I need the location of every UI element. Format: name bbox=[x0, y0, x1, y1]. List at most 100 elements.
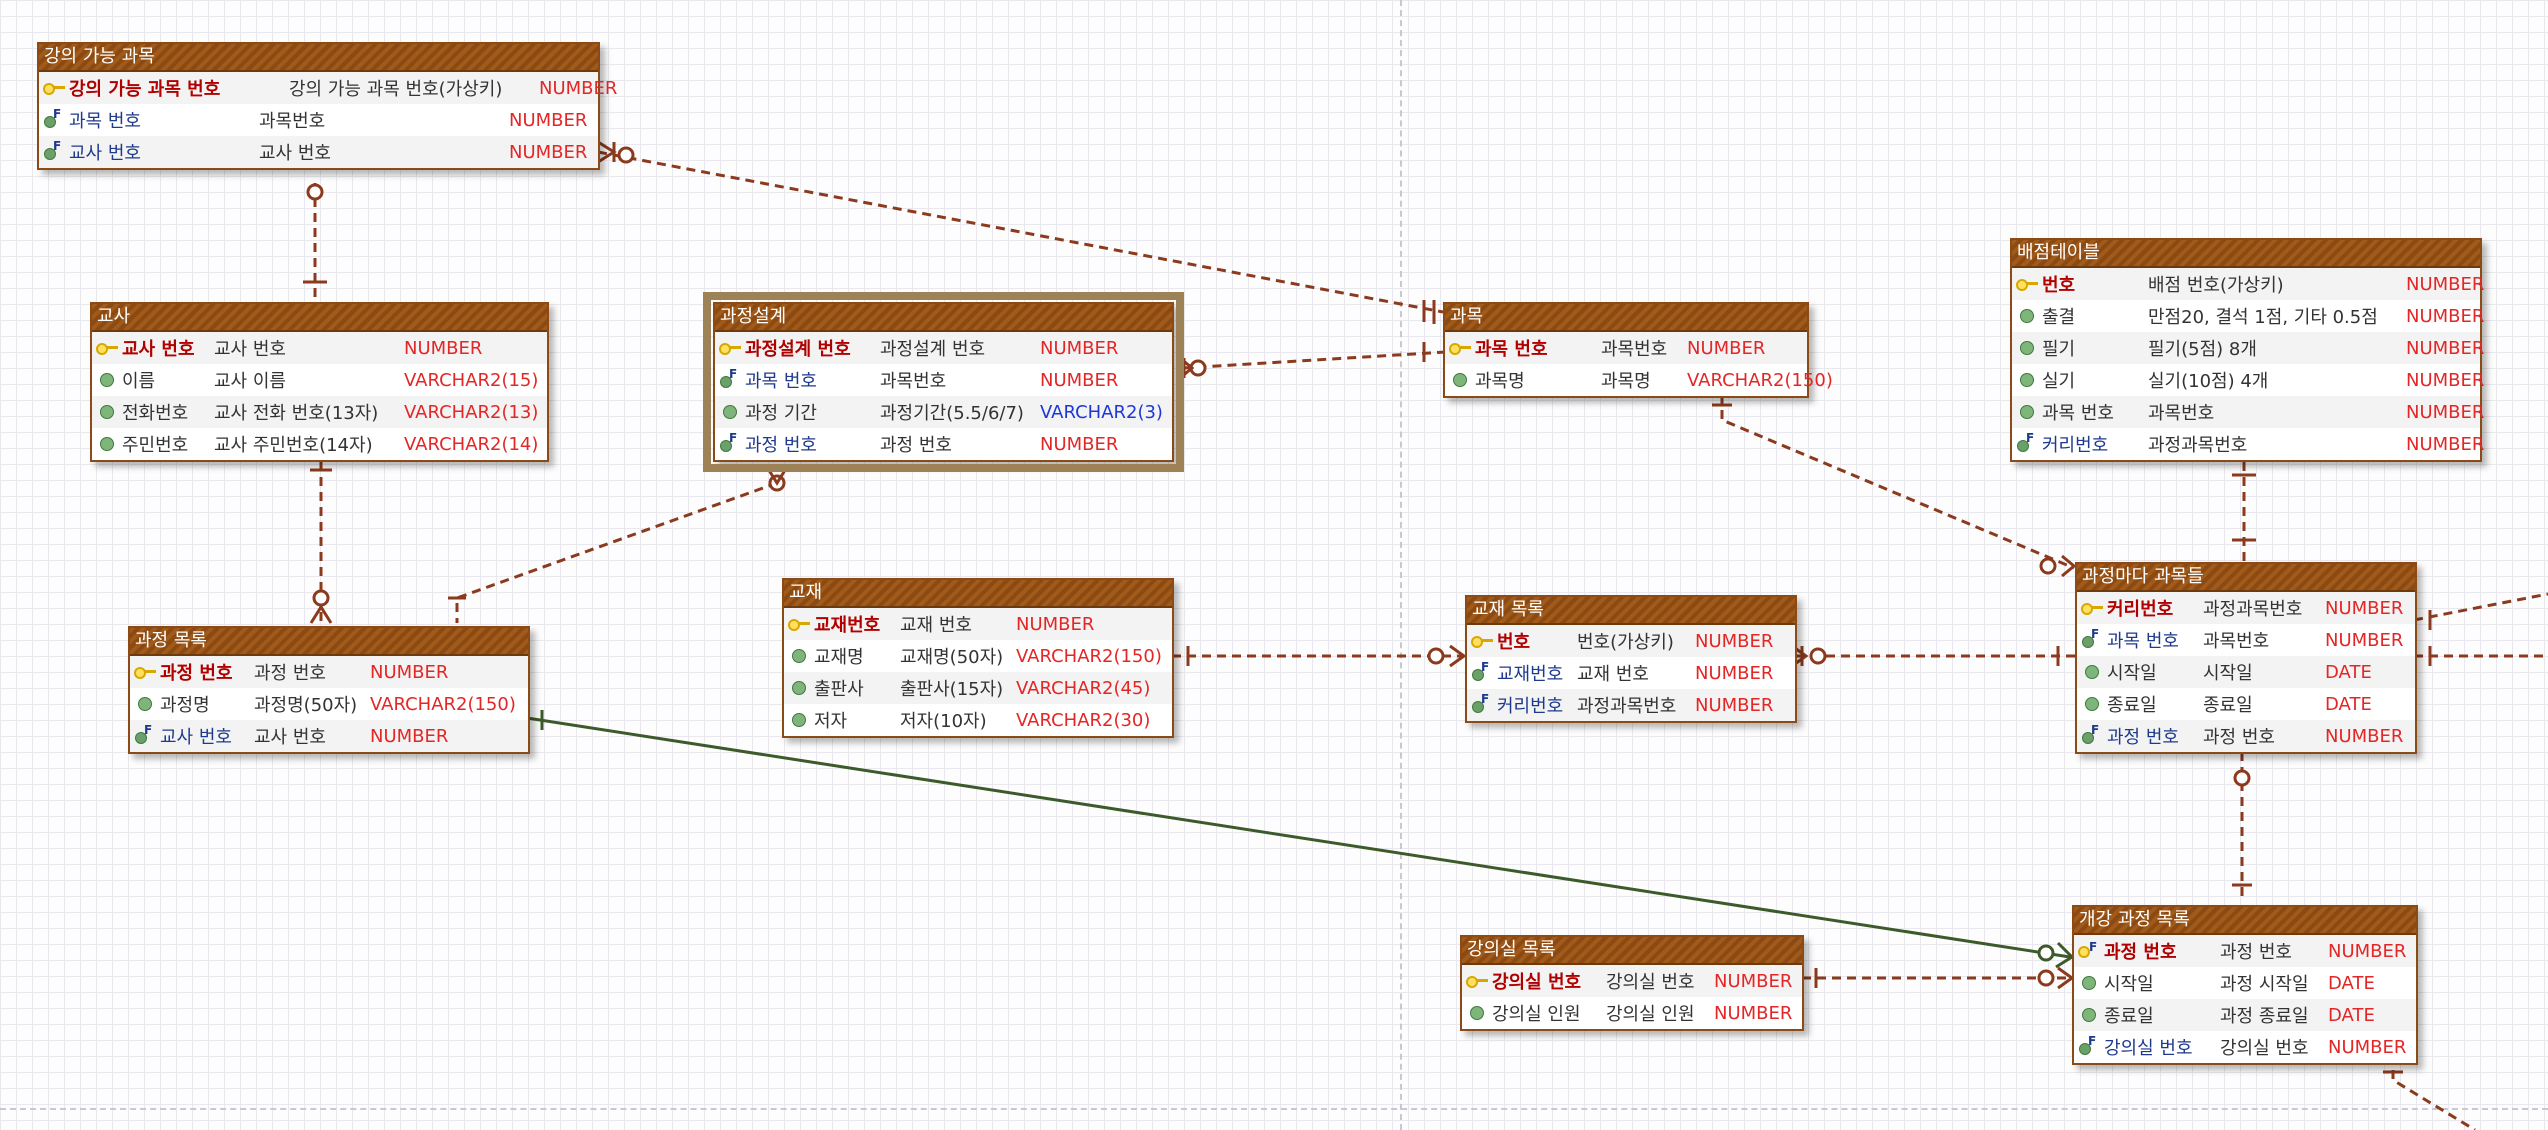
column-row[interactable]: 교사 번호 교사 번호 NUMBER bbox=[92, 332, 547, 364]
column-row[interactable]: 과목명 과목명 VARCHAR2(150) bbox=[1445, 364, 1833, 396]
column-row[interactable]: 커리번호 과정과목번호 NUMBER bbox=[2012, 428, 2484, 460]
column-row[interactable]: 과정 번호 과정 번호 NUMBER bbox=[715, 428, 1172, 460]
column-row[interactable]: 강의실 인원 강의실 인원 NUMBER bbox=[1462, 997, 1802, 1029]
column-name: 교사 번호 bbox=[69, 143, 141, 164]
column-name: 과정 기간 bbox=[745, 403, 817, 424]
column-type: NUMBER bbox=[509, 141, 588, 163]
entity-score-table[interactable]: 배점테이블 번호 배점 번호(가상키) NUMBER 출결 만점20, 결석 1… bbox=[2010, 238, 2484, 462]
page-break-vertical bbox=[1400, 0, 1402, 1130]
column-name: 출판사 bbox=[814, 679, 864, 700]
column-row[interactable]: 강의실 번호 강의실 번호 NUMBER bbox=[2074, 1031, 2416, 1063]
entity-teacher[interactable]: 교사 교사 번호 교사 번호 NUMBER 이름 교사 이름 VARCHAR2(… bbox=[90, 302, 549, 462]
entity-textbook-list[interactable]: 교재 목록 번호 번호(가상키) NUMBER 교재번호 교재 번호 NUMBE… bbox=[1465, 595, 1797, 723]
column-comment: 교사 번호 bbox=[254, 727, 326, 748]
column-row[interactable]: 교사 번호 교사 번호 NUMBER bbox=[39, 136, 598, 168]
column-comment: 강의실 인원 bbox=[1606, 1004, 1695, 1025]
column-name: 과정 번호 bbox=[745, 435, 817, 456]
column-name: 커리번호 bbox=[1497, 696, 1564, 717]
column-row[interactable]: 과정 기간 과정기간(5.5/6/7) VARCHAR2(3) bbox=[715, 396, 1172, 428]
column-comment: 과정 번호 bbox=[2220, 942, 2292, 963]
column-row[interactable]: 주민번호 교사 주민번호(14자) VARCHAR2(14) bbox=[92, 428, 547, 460]
column-row[interactable]: 교사 번호 교사 번호 NUMBER bbox=[130, 720, 528, 752]
attribute-icon bbox=[92, 373, 122, 387]
entity-room-list[interactable]: 강의실 목록 강의실 번호 강의실 번호 NUMBER 강의실 인원 강의실 인… bbox=[1460, 935, 1804, 1031]
column-row[interactable]: 과목 번호 과목번호 NUMBER bbox=[2077, 624, 2415, 656]
attribute-icon bbox=[2077, 697, 2107, 711]
column-row[interactable]: 과목 번호 과목번호 NUMBER bbox=[39, 104, 598, 136]
column-row[interactable]: 교재명 교재명(50자) VARCHAR2(150) bbox=[784, 640, 1172, 672]
column-comment: 만점20, 결석 1점, 기타 0.5점 bbox=[2148, 307, 2378, 328]
column-comment: 과목번호 bbox=[259, 111, 326, 132]
column-type: VARCHAR2(45) bbox=[1016, 677, 1151, 699]
column-row[interactable]: 출판사 출판사(15자) VARCHAR2(45) bbox=[784, 672, 1172, 704]
column-row[interactable]: 커리번호 과정과목번호 NUMBER bbox=[2077, 592, 2415, 624]
column-comment: 시작일 bbox=[2203, 663, 2253, 684]
column-row[interactable]: 출결 만점20, 결석 1점, 기타 0.5점 NUMBER bbox=[2012, 300, 2484, 332]
foreign-key-icon bbox=[2077, 627, 2107, 649]
column-row[interactable]: 필기 필기(5점) 8개 NUMBER bbox=[2012, 332, 2484, 364]
column-comment: 과정과목번호 bbox=[1577, 696, 1677, 717]
column-comment: 과정 번호 bbox=[2203, 727, 2275, 748]
entity-title: 교재 목록 bbox=[1467, 597, 1795, 625]
column-type: DATE bbox=[2325, 661, 2372, 683]
entity-title: 개강 과정 목록 bbox=[2074, 907, 2416, 935]
column-comment: 강의실 번호 bbox=[1606, 972, 1695, 993]
entity-title: 과정설계 bbox=[715, 304, 1172, 332]
column-type: NUMBER bbox=[2325, 725, 2404, 747]
column-type: NUMBER bbox=[2328, 1036, 2407, 1058]
column-row[interactable]: 시작일 시작일 DATE bbox=[2077, 656, 2415, 688]
attribute-icon bbox=[2074, 1008, 2104, 1022]
foreign-key-icon bbox=[39, 107, 69, 129]
column-row[interactable]: 시작일 과정 시작일 DATE bbox=[2074, 967, 2416, 999]
column-row[interactable]: 커리번호 과정과목번호 NUMBER bbox=[1467, 689, 1795, 721]
column-name: 이름 bbox=[122, 371, 156, 392]
column-name: 시작일 bbox=[2107, 663, 2157, 684]
column-row[interactable]: 과정설계 번호 과정설계 번호 NUMBER bbox=[715, 332, 1172, 364]
column-name: 커리번호 bbox=[2042, 435, 2109, 456]
entity-course-design[interactable]: 과정설계 과정설계 번호 과정설계 번호 NUMBER 과목 번호 과목번호 N… bbox=[703, 292, 1184, 472]
column-row[interactable]: 교재번호 교재 번호 NUMBER bbox=[784, 608, 1172, 640]
column-row[interactable]: 교재번호 교재 번호 NUMBER bbox=[1467, 657, 1795, 689]
column-name: 교재명 bbox=[814, 647, 864, 668]
column-row[interactable]: 종료일 종료일 DATE bbox=[2077, 688, 2415, 720]
column-type: NUMBER bbox=[2325, 629, 2404, 651]
entity-lecture-subject[interactable]: 강의 가능 과목 강의 가능 과목 번호 강의 가능 과목 번호(가상키) NU… bbox=[37, 42, 617, 170]
entity-course-list[interactable]: 과정 목록 과정 번호 과정 번호 NUMBER 과정명 과정명(50자) VA… bbox=[128, 626, 530, 754]
rel-design-courselist bbox=[455, 481, 778, 623]
column-row[interactable]: 과정 번호 과정 번호 NUMBER bbox=[2077, 720, 2415, 752]
column-row[interactable]: 번호 번호(가상키) NUMBER bbox=[1467, 625, 1795, 657]
column-comment: 과정기간(5.5/6/7) bbox=[880, 403, 1024, 424]
column-comment: 과정 시작일 bbox=[2220, 974, 2309, 995]
entity-subject[interactable]: 과목 과목 번호 과목번호 NUMBER 과목명 과목명 VARCHAR2(15… bbox=[1443, 302, 1833, 398]
column-row[interactable]: 번호 배점 번호(가상키) NUMBER bbox=[2012, 268, 2484, 300]
column-row[interactable]: 전화번호 교사 전화 번호(13자) VARCHAR2(13) bbox=[92, 396, 547, 428]
attribute-icon bbox=[1462, 1006, 1492, 1020]
column-name: 커리번호 bbox=[2107, 599, 2174, 620]
column-row[interactable]: 과정 번호 과정 번호 NUMBER bbox=[130, 656, 528, 688]
column-row[interactable]: 과목 번호 과목번호 NUMBER bbox=[715, 364, 1172, 396]
column-row[interactable]: 종료일 과정 종료일 DATE bbox=[2074, 999, 2416, 1031]
column-row[interactable]: 저자 저자(10자) VARCHAR2(30) bbox=[784, 704, 1172, 736]
column-row[interactable]: 실기 실기(10점) 4개 NUMBER bbox=[2012, 364, 2484, 396]
entity-title: 과정마다 과목들 bbox=[2077, 564, 2415, 592]
column-comment: 교사 번호 bbox=[259, 143, 331, 164]
attribute-icon bbox=[784, 713, 814, 727]
column-row[interactable]: 과목 번호 과목번호 NUMBER bbox=[1445, 332, 1807, 364]
column-row[interactable]: 과목 번호 과목번호 NUMBER bbox=[2012, 396, 2484, 428]
entity-open-course-list[interactable]: 개강 과정 목록 과정 번호 과정 번호 NUMBER 시작일 과정 시작일 D… bbox=[2072, 905, 2418, 1065]
column-comment: 과목명 bbox=[1601, 371, 1651, 392]
column-name: 과목명 bbox=[1475, 371, 1525, 392]
column-row[interactable]: 이름 교사 이름 VARCHAR2(15) bbox=[92, 364, 547, 396]
column-type: NUMBER bbox=[509, 109, 588, 131]
entity-textbook[interactable]: 교재 교재번호 교재 번호 NUMBER 교재명 교재명(50자) VARCHA… bbox=[782, 578, 1174, 738]
column-comment: 과정명(50자) bbox=[254, 695, 358, 716]
rel-cs-offpage-1 bbox=[2413, 592, 2548, 622]
column-row[interactable]: 과정 번호 과정 번호 NUMBER bbox=[2074, 935, 2416, 967]
foreign-key-icon bbox=[2012, 431, 2042, 453]
column-row[interactable]: 과정명 과정명(50자) VARCHAR2(150) bbox=[130, 688, 528, 720]
column-comment: 교재명(50자) bbox=[900, 647, 1004, 668]
entity-course-subjects[interactable]: 과정마다 과목들 커리번호 과정과목번호 NUMBER 과목 번호 과목번호 N… bbox=[2075, 562, 2417, 754]
column-comment: 과정과목번호 bbox=[2203, 599, 2303, 620]
column-row[interactable]: 강의실 번호 강의실 번호 NUMBER bbox=[1462, 965, 1802, 997]
column-row[interactable]: 강의 가능 과목 번호 강의 가능 과목 번호(가상키) NUMBER bbox=[39, 72, 617, 104]
